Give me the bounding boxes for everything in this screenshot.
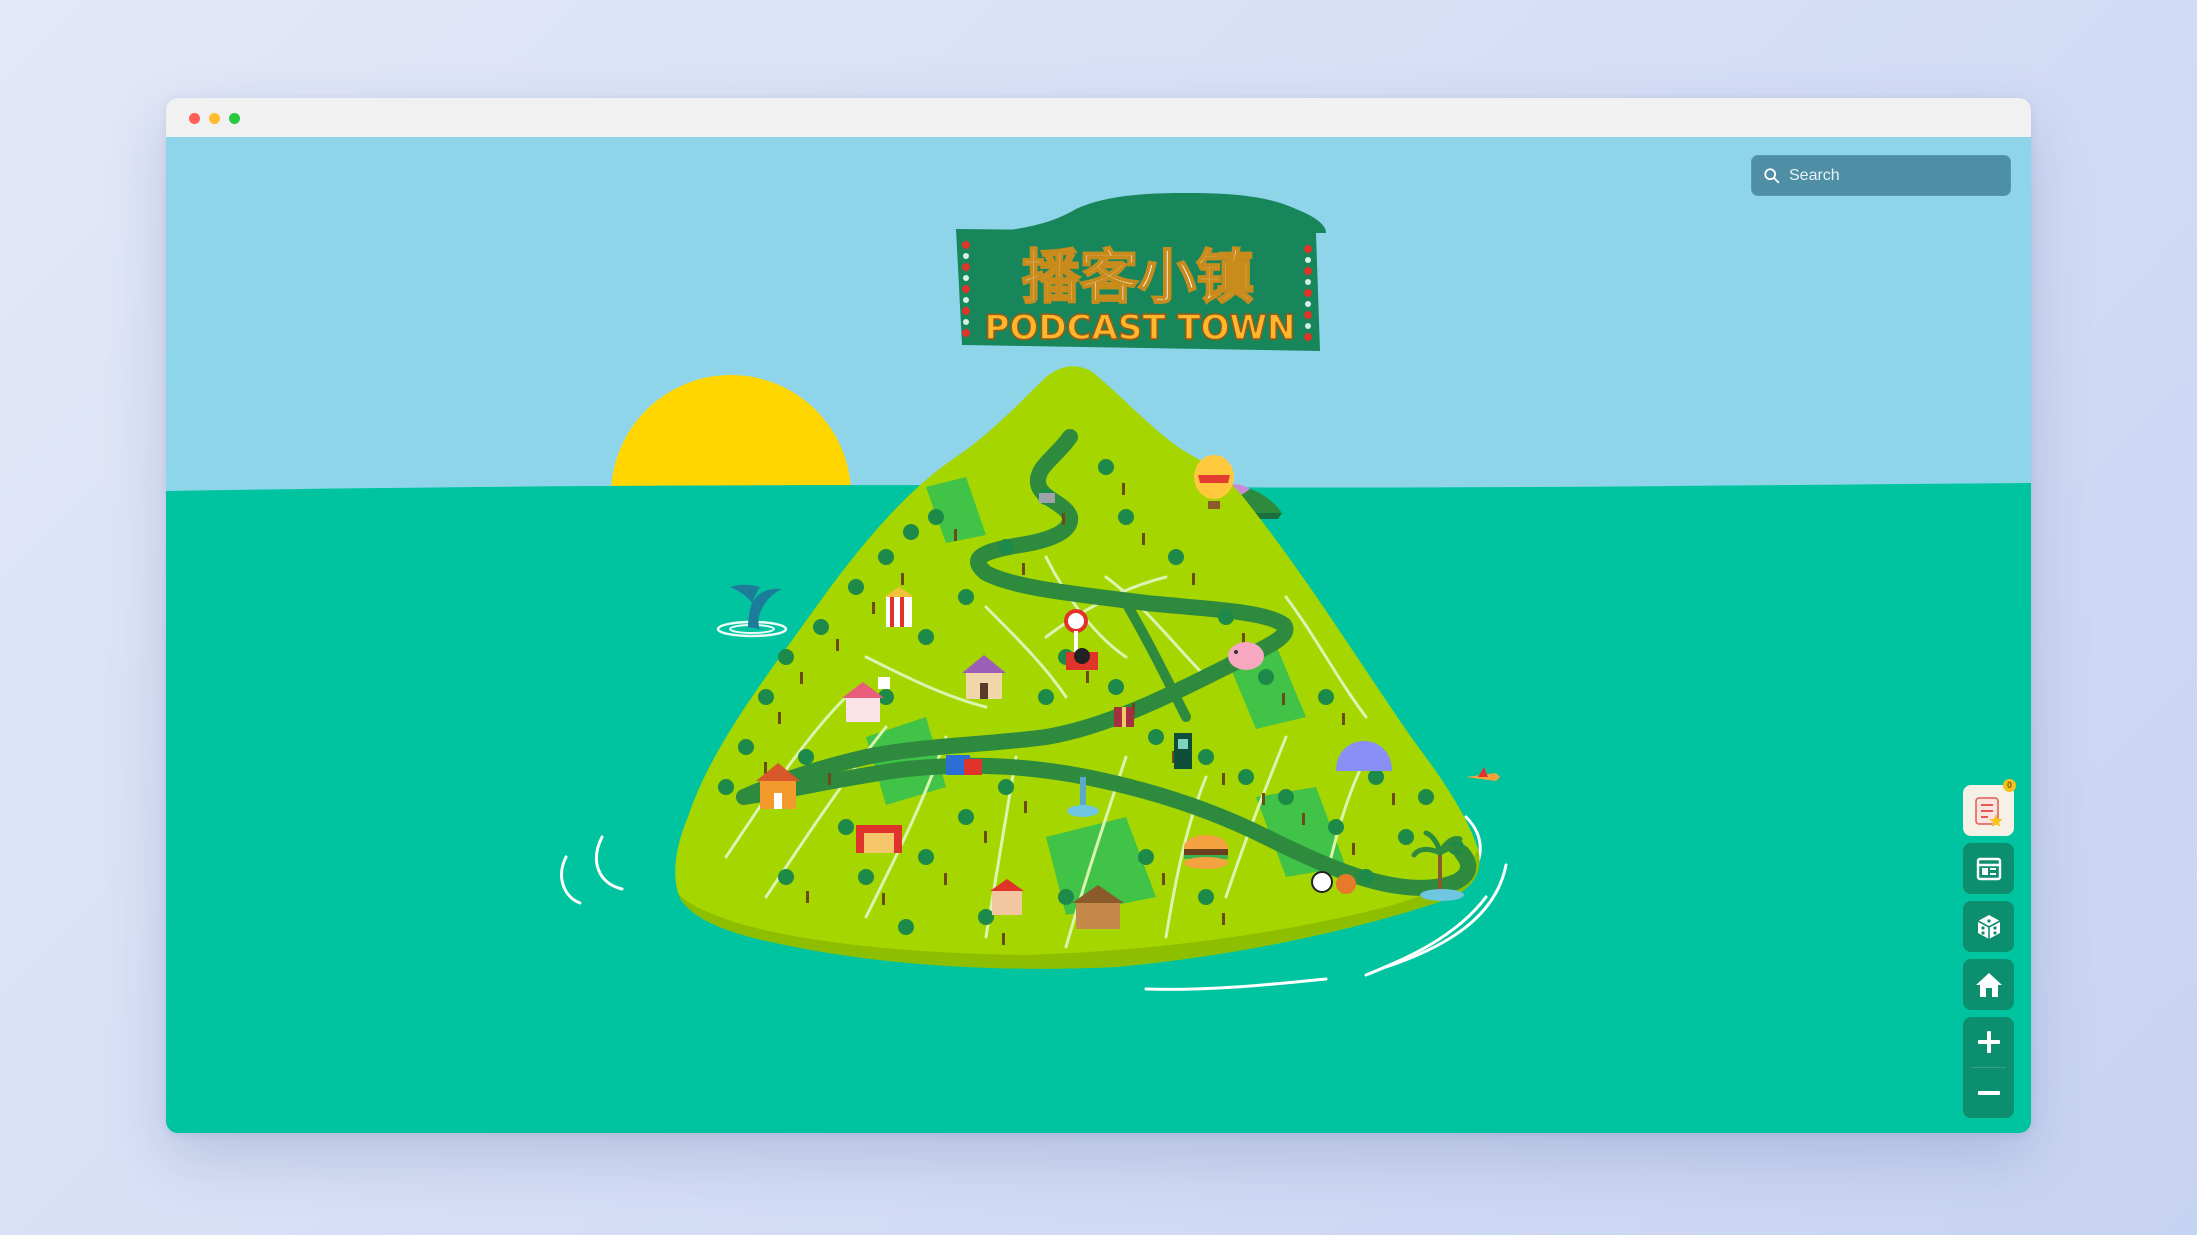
maximize-window-button[interactable] — [229, 113, 240, 124]
search-input[interactable] — [1787, 165, 2001, 186]
map-viewport[interactable]: 播客小镇 PODCAST TOWN 0 — [166, 137, 2031, 1133]
favorites-icon — [1974, 796, 2003, 827]
news-icon — [1976, 857, 2001, 880]
search-bar[interactable] — [1751, 155, 2011, 196]
logo-title-cn: 播客小镇 — [1022, 243, 1254, 311]
minus-icon — [1977, 1091, 2000, 1095]
browser-window: 播客小镇 PODCAST TOWN 0 — [166, 98, 2031, 1133]
dice-icon — [1977, 914, 2000, 939]
news-button[interactable] — [1963, 843, 2014, 894]
favorites-count-badge: 0 — [2003, 779, 2016, 792]
search-icon — [1764, 167, 1780, 183]
logo-title-en: PODCAST TOWN — [985, 308, 1296, 348]
minimize-window-button[interactable] — [209, 113, 220, 124]
zoom-in-button[interactable] — [1963, 1017, 2014, 1067]
home-icon — [1975, 972, 2002, 997]
podcast-town-map[interactable]: 播客小镇 PODCAST TOWN — [166, 137, 2031, 1133]
favorites-button[interactable]: 0 — [1963, 779, 2016, 836]
window-titlebar — [166, 98, 2031, 138]
home-button[interactable] — [1963, 959, 2014, 1010]
plus-icon — [1977, 1031, 2000, 1053]
zoom-controls — [1963, 1017, 2014, 1118]
random-dice-button[interactable] — [1963, 901, 2014, 952]
close-window-button[interactable] — [189, 113, 200, 124]
zoom-out-button[interactable] — [1963, 1068, 2014, 1118]
